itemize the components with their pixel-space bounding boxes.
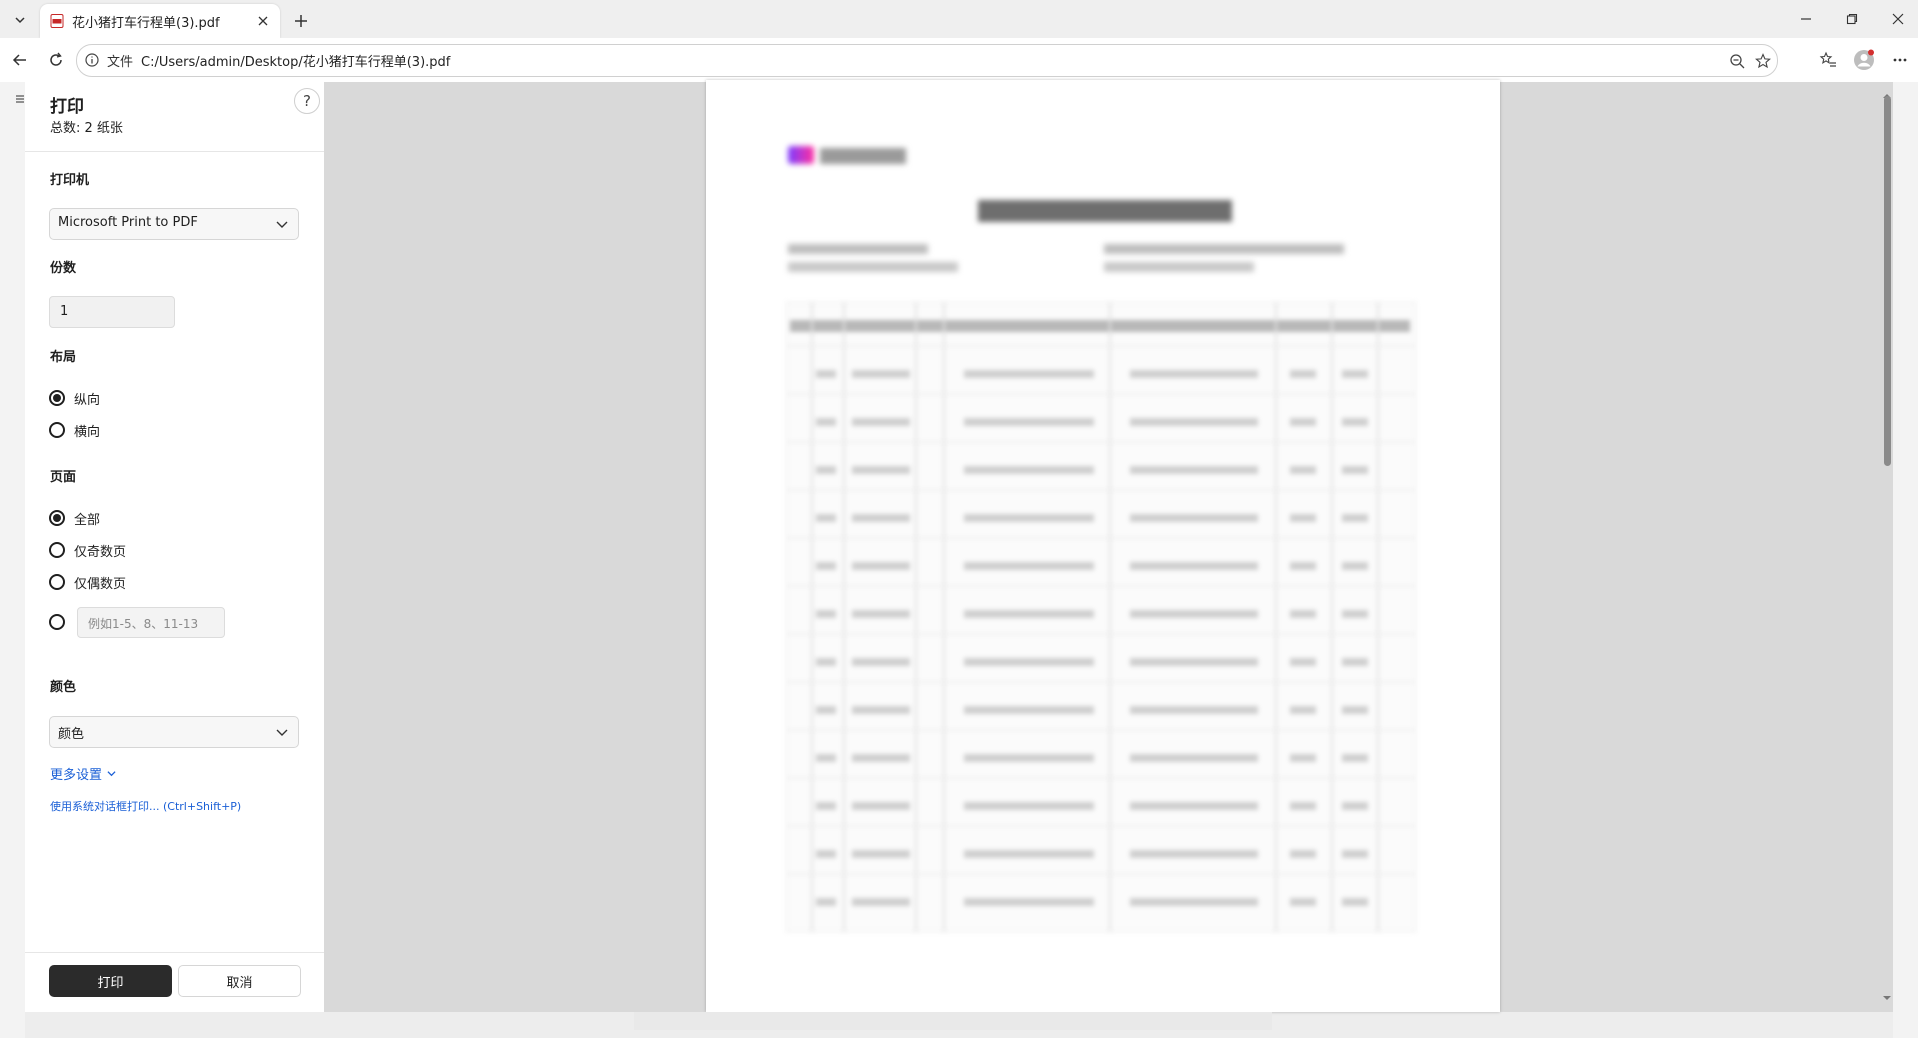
- chevron-down-icon: [276, 221, 288, 228]
- zoom-button[interactable]: [1727, 51, 1747, 71]
- copies-value: 1: [60, 304, 69, 319]
- close-window-button[interactable]: [1878, 6, 1918, 32]
- tab-title: 花小猪打车行程单(3).pdf: [72, 16, 220, 31]
- radio-empty-icon: [49, 422, 65, 438]
- url-text[interactable]: C:/Users/admin/Desktop/花小猪打车行程单(3).pdf: [141, 51, 450, 70]
- divider: [25, 952, 324, 953]
- pages-all-option[interactable]: 全部: [49, 507, 100, 529]
- bookmark-button[interactable]: [1753, 51, 1773, 71]
- pages-option-label: 仅偶数页: [74, 576, 127, 592]
- back-button[interactable]: [6, 46, 34, 74]
- scroll-down-icon[interactable]: [1882, 994, 1892, 1002]
- star-icon: [1755, 53, 1771, 69]
- copies-label: 份数: [50, 261, 77, 276]
- sheet-total: 总数: 2 纸张: [50, 121, 123, 136]
- copies-input[interactable]: 1: [49, 296, 175, 328]
- layout-landscape-option[interactable]: 横向: [49, 419, 100, 441]
- chevron-down-icon: [276, 729, 288, 736]
- layout-option-label: 横向: [74, 424, 101, 440]
- viewer-right-strip: [1893, 82, 1918, 1038]
- brand-logo-text: [820, 148, 906, 164]
- close-icon: [1892, 13, 1904, 25]
- trip-table-blurred: [786, 302, 1416, 932]
- minimize-icon: [1801, 18, 1811, 20]
- horizontal-scroll-area: [634, 1012, 1272, 1030]
- pages-custom-option[interactable]: [49, 611, 65, 633]
- pages-even-option[interactable]: 仅偶数页: [49, 571, 126, 593]
- pdf-icon: [50, 14, 64, 28]
- close-tab-button[interactable]: [254, 12, 272, 30]
- tab-list-button[interactable]: [6, 7, 34, 33]
- tab-active[interactable]: 花小猪打车行程单(3).pdf: [40, 4, 280, 38]
- more-dots-icon: [1893, 58, 1907, 62]
- print-preview-page: [706, 80, 1500, 1012]
- printer-select[interactable]: Microsoft Print to PDF: [49, 208, 299, 240]
- info-line: [1104, 244, 1344, 254]
- info-line: [788, 244, 928, 254]
- color-select[interactable]: 颜色: [49, 716, 299, 748]
- new-tab-button[interactable]: [288, 8, 314, 34]
- info-icon[interactable]: [85, 53, 99, 67]
- info-line: [1104, 262, 1254, 272]
- reload-icon: [50, 52, 62, 66]
- avatar-icon: [1854, 49, 1874, 70]
- pages-option-label: 仅奇数页: [74, 544, 127, 560]
- divider: [25, 151, 324, 152]
- page-range-placeholder: 例如1-5、8、11-13: [88, 617, 199, 631]
- profile-button[interactable]: [1850, 46, 1878, 74]
- help-icon: ?: [303, 92, 311, 110]
- viewer-left-strip: [0, 82, 25, 1038]
- system-dialog-link[interactable]: 使用系统对话框打印... (Ctrl+Shift+P): [50, 798, 241, 814]
- layout-label: 布局: [50, 350, 77, 365]
- favorites-button[interactable]: [1814, 46, 1842, 74]
- layout-portrait-option[interactable]: 纵向: [49, 387, 100, 409]
- restore-button[interactable]: [1832, 6, 1872, 32]
- menu-icon[interactable]: [15, 94, 25, 104]
- tab-bar: 花小猪打车行程单(3).pdf: [0, 0, 1918, 38]
- reload-button[interactable]: [42, 46, 70, 74]
- chevron-down-icon: [107, 771, 116, 777]
- printer-value: Microsoft Print to PDF: [58, 215, 198, 230]
- more-menu-button[interactable]: [1886, 46, 1914, 74]
- pages-odd-option[interactable]: 仅奇数页: [49, 539, 126, 561]
- scheme-label: 文件: [107, 55, 134, 70]
- preview-scrollbar-thumb[interactable]: [1884, 96, 1891, 466]
- print-button[interactable]: 打印: [49, 965, 172, 997]
- print-settings-panel: 打印 总数: 2 纸张 ? 打印机 Microsoft Print to PDF…: [25, 82, 324, 1012]
- minimize-button[interactable]: [1786, 6, 1826, 32]
- print-title: 打印: [50, 97, 84, 117]
- close-icon: [258, 16, 268, 26]
- printer-label: 打印机: [50, 173, 90, 188]
- layout-option-label: 纵向: [74, 392, 101, 408]
- page-range-input[interactable]: 例如1-5、8、11-13: [77, 607, 225, 638]
- address-bar: 文件 C:/Users/admin/Desktop/花小猪打车行程单(3).pd…: [0, 38, 1918, 82]
- more-settings-link[interactable]: 更多设置: [50, 764, 116, 783]
- document-title-blurred: [978, 200, 1232, 222]
- plus-icon: [295, 15, 307, 27]
- color-label: 颜色: [50, 680, 77, 695]
- brand-logo: [788, 146, 814, 164]
- help-button[interactable]: ?: [294, 88, 320, 114]
- radio-empty-icon: [49, 574, 65, 590]
- radio-selected-icon: [49, 510, 65, 526]
- chevron-down-icon: [15, 17, 25, 24]
- pages-label: 页面: [50, 470, 77, 485]
- info-line: [788, 262, 958, 272]
- restore-icon: [1846, 13, 1858, 25]
- color-value: 颜色: [58, 727, 85, 742]
- omnibox[interactable]: 文件 C:/Users/admin/Desktop/花小猪打车行程单(3).pd…: [76, 44, 1778, 77]
- radio-empty-icon: [49, 542, 65, 558]
- pages-option-label: 全部: [74, 512, 101, 528]
- cancel-button[interactable]: 取消: [178, 965, 301, 997]
- zoom-out-icon: [1730, 54, 1745, 69]
- radio-selected-icon: [49, 390, 65, 406]
- radio-empty-icon: [49, 614, 65, 630]
- back-arrow-icon: [12, 54, 26, 66]
- favorites-icon: [1819, 51, 1836, 67]
- more-settings-label: 更多设置: [50, 768, 103, 783]
